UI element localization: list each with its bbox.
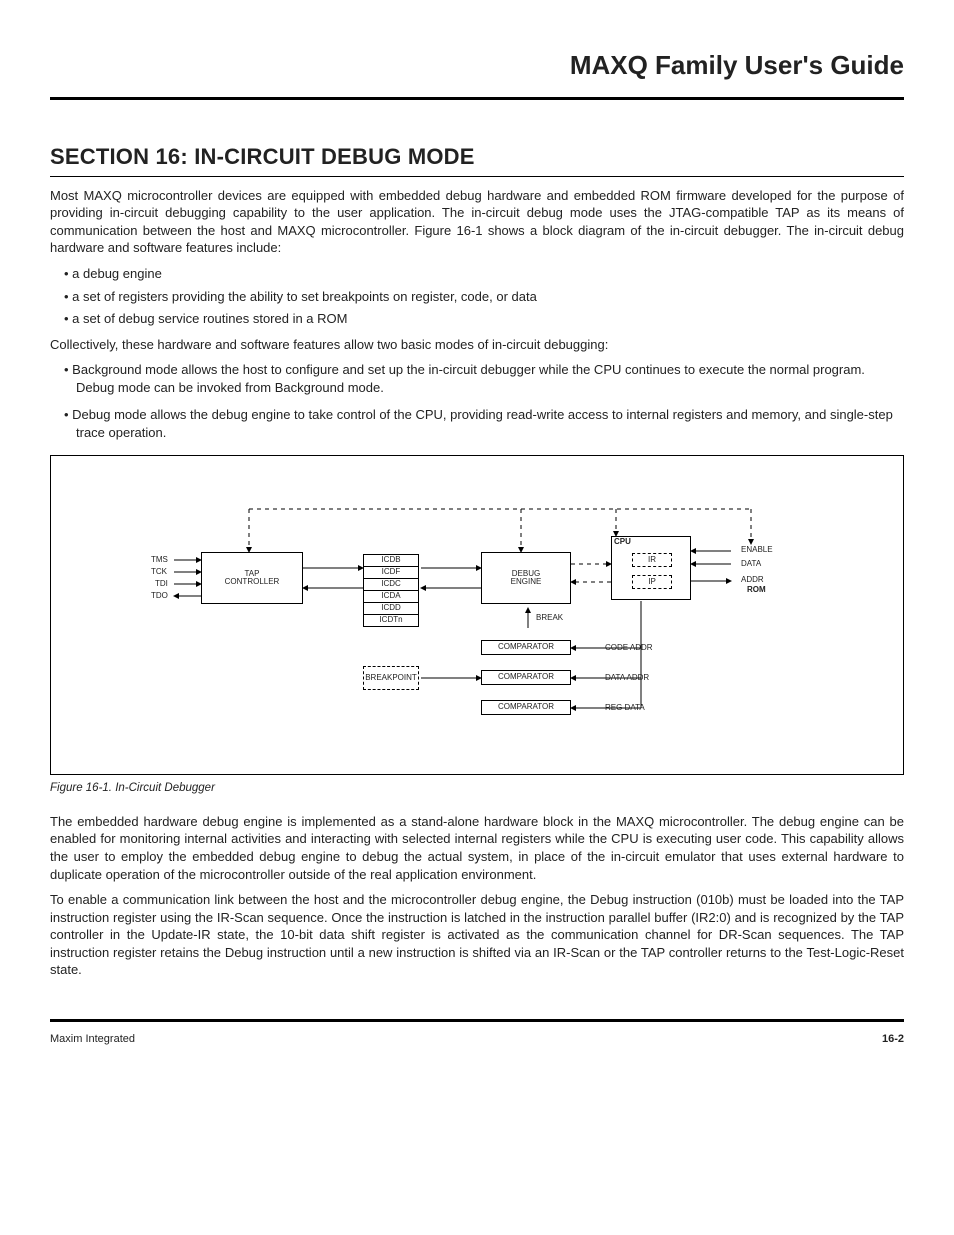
signal-label: REG DATA: [605, 704, 645, 712]
breakpoint-box: BREAKPOINT: [363, 666, 419, 690]
cpu-ir-box: IR: [632, 553, 672, 567]
figure-caption: Figure 16-1. In-Circuit Debugger: [50, 781, 904, 797]
figure-block-diagram: TMS TCK TDI TDO TAP CONTROLLER ICDB ICDF…: [50, 455, 904, 775]
comparator-box: COMPARATOR: [481, 700, 571, 715]
wiring-svg: [51, 456, 903, 774]
break-label: BREAK: [536, 614, 563, 622]
comparator-box: COMPARATOR: [481, 640, 571, 655]
signal-label: CODE ADDR: [605, 644, 653, 652]
list-item: a set of debug service routines stored i…: [64, 310, 904, 328]
reg-box: ICDTn: [363, 614, 419, 627]
footer-company: Maxim Integrated: [50, 1032, 135, 1047]
collective-paragraph: Collectively, these hardware and softwar…: [50, 336, 904, 354]
title-rule: [50, 97, 904, 100]
signal-label: DATA: [741, 560, 761, 568]
diagram-canvas: TMS TCK TDI TDO TAP CONTROLLER ICDB ICDF…: [51, 456, 903, 774]
pin-label: TDO: [151, 592, 168, 600]
signal-label: DATA ADDR: [605, 674, 649, 682]
document-title: MAXQ Family User's Guide: [50, 48, 904, 83]
signal-label: ENABLE: [741, 546, 773, 554]
body-paragraph: The embedded hardware debug engine is im…: [50, 813, 904, 883]
body-paragraph: To enable a communication link between t…: [50, 891, 904, 979]
rom-label: ROM: [747, 586, 766, 594]
list-item: Background mode allows the host to confi…: [64, 361, 904, 396]
tap-controller-box: TAP CONTROLLER: [201, 552, 303, 604]
pin-label: TDI: [155, 580, 168, 588]
list-item: a debug engine: [64, 265, 904, 283]
modes-list: Background mode allows the host to confi…: [50, 361, 904, 441]
cpu-label: CPU: [612, 537, 633, 547]
signal-label: ADDR: [741, 576, 764, 584]
cpu-ip-box: IP: [632, 575, 672, 589]
feature-list: a debug engine a set of registers provid…: [50, 265, 904, 328]
section-title: SECTION 16: IN-CIRCUIT DEBUG MODE: [50, 142, 904, 177]
intro-paragraph: Most MAXQ microcontroller devices are eq…: [50, 187, 904, 257]
pin-label: TMS: [151, 556, 168, 564]
register-stack: ICDB ICDF ICDC ICDA ICDD ICDTn: [363, 554, 419, 627]
pin-label: TCK: [151, 568, 167, 576]
footer-rule: [50, 1019, 904, 1022]
page-number: 16-2: [882, 1032, 904, 1047]
cpu-box: CPU IR IP: [611, 536, 691, 600]
list-item: Debug mode allows the debug engine to ta…: [64, 406, 904, 441]
comparator-box: COMPARATOR: [481, 670, 571, 685]
debug-engine-box: DEBUG ENGINE: [481, 552, 571, 604]
list-item: a set of registers providing the ability…: [64, 288, 904, 306]
page-footer: Maxim Integrated 16-2: [50, 1032, 904, 1047]
